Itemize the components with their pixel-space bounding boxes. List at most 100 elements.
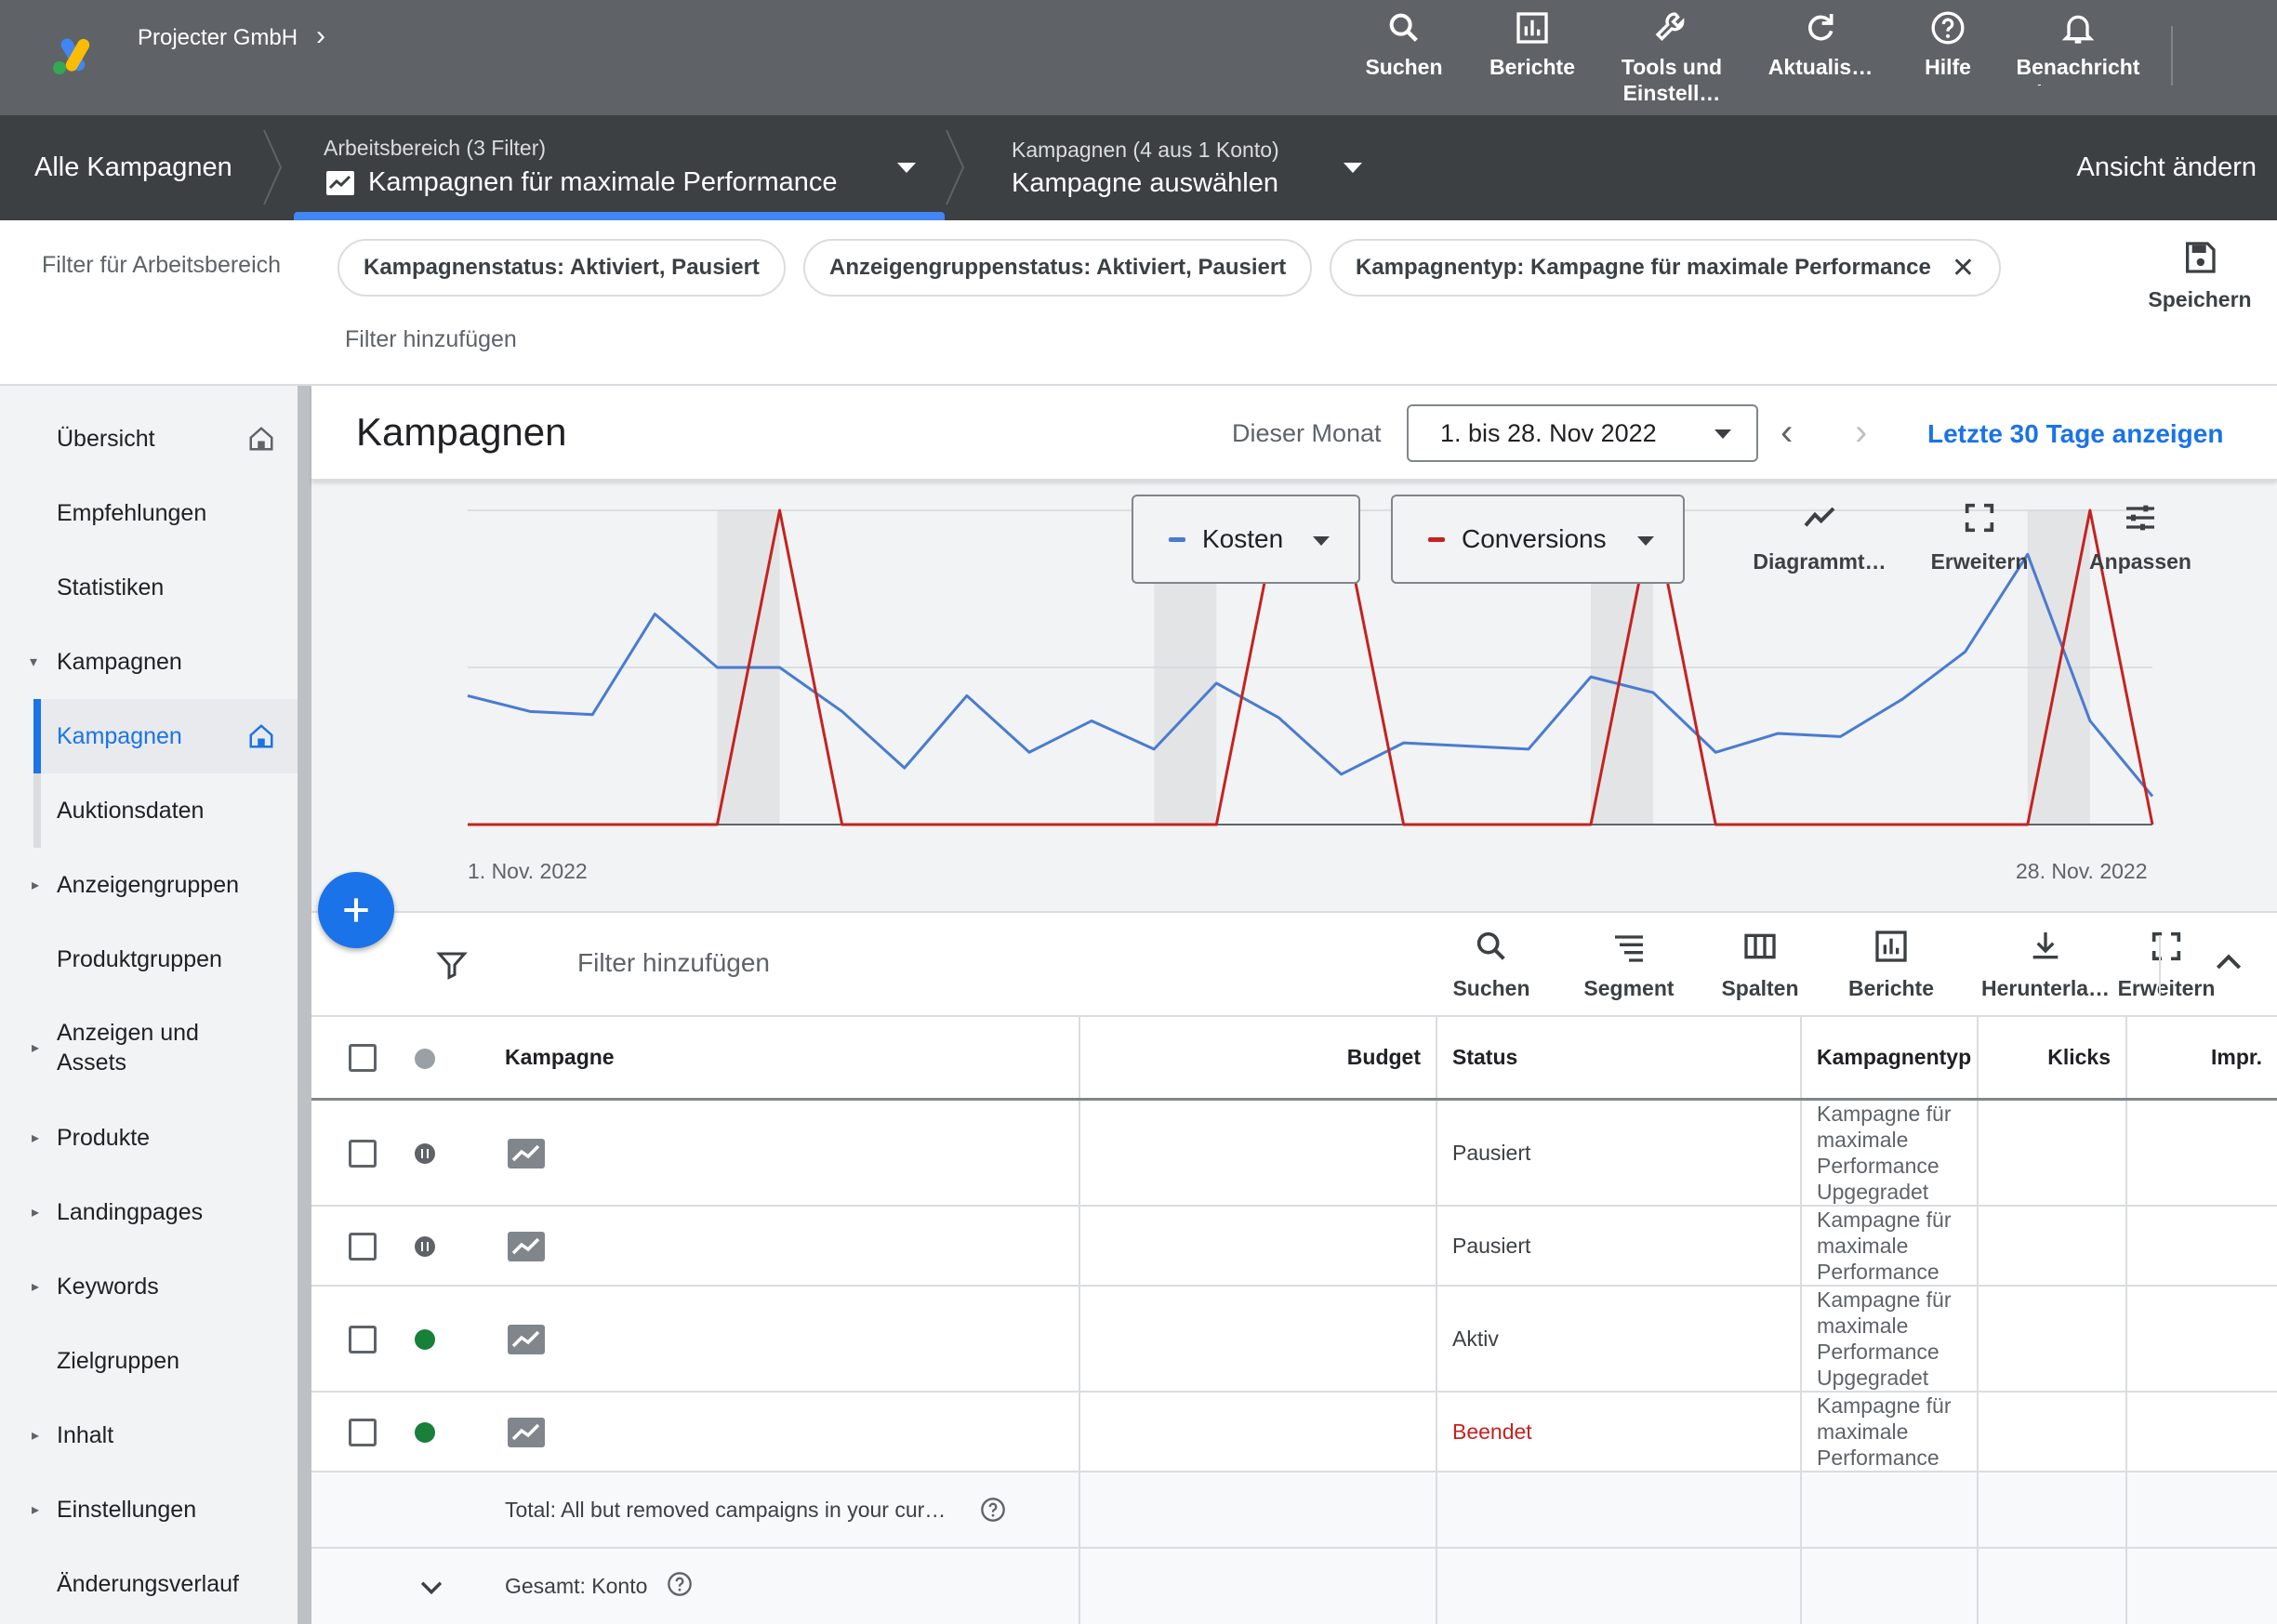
create-button[interactable] — [318, 872, 394, 948]
filter-chip-campaign-type[interactable]: Kampagnentyp: Kampagne für maximale Perf… — [1330, 239, 2001, 297]
row-checkbox[interactable] — [349, 1419, 377, 1446]
metric2-select[interactable]: Conversions — [1391, 495, 1685, 584]
sidebar-item-ads-assets[interactable]: ▸ Anzeigen und Assets — [0, 1010, 298, 1085]
top-refresh-button[interactable]: Aktualis… — [1755, 9, 1886, 80]
help-icon[interactable] — [667, 1571, 693, 1597]
previous-period-button[interactable]: ‹ — [1781, 412, 1793, 454]
header-clicks[interactable]: Klicks — [1979, 1017, 2127, 1098]
google-ads-logo[interactable] — [51, 35, 98, 76]
sidebar-item-keywords[interactable]: ▸ Keywords — [0, 1249, 298, 1324]
header-budget[interactable]: Budget — [1080, 1017, 1437, 1098]
filter-chip-adgroup-status[interactable]: Anzeigengruppenstatus: Aktiviert, Pausie… — [803, 239, 1313, 297]
workspace-selector[interactable]: Kampagnen für maximale Performance — [325, 167, 838, 198]
download-button[interactable]: Herunterla… — [1976, 928, 2115, 1001]
help-icon — [1931, 11, 1965, 45]
table-toolbar: Filter hinzufügen Suchen Segment Spalten… — [311, 913, 2277, 1017]
sidebar-item-settings[interactable]: ▸ Einstellungen — [0, 1472, 298, 1547]
sidebar-item-label: Statistiken — [57, 574, 165, 601]
filter-icon[interactable] — [435, 948, 469, 982]
caret-down-icon[interactable] — [896, 162, 917, 175]
active-status-icon — [415, 1329, 435, 1350]
sidebar-item-campaigns-group[interactable]: ▾ Kampagnen — [0, 625, 298, 699]
metric1-select[interactable]: Kosten — [1132, 495, 1360, 584]
table-add-filter[interactable]: Filter hinzufügen — [577, 948, 770, 978]
row-checkbox[interactable] — [349, 1326, 377, 1353]
status-cell: Beendet — [1437, 1393, 1802, 1471]
chart-expand-button[interactable]: Erweitern — [1900, 499, 2059, 574]
top-tools-button[interactable]: Tools und Einstell… — [1607, 9, 1737, 106]
total-type-cell — [1802, 1472, 1979, 1547]
total-label-cell: Total: All but removed campaigns in your… — [311, 1472, 1080, 1547]
impressions-cell — [2127, 1101, 2277, 1205]
top-help-label: Hilfe — [1925, 55, 1971, 79]
home-icon — [249, 427, 273, 451]
chart-adjust-button[interactable]: Anpassen — [2061, 499, 2219, 574]
top-notifications-button[interactable]: Benachricht igungen — [2013, 9, 2143, 86]
table-row[interactable]: Pausiert Kampagne für maximale Performan… — [311, 1101, 2277, 1207]
chevron-down-icon[interactable] — [416, 1571, 447, 1603]
header-status[interactable]: Status — [1437, 1017, 1802, 1098]
campaign-cell — [311, 1101, 1080, 1205]
sidebar-item-change-history[interactable]: Änderungsverlauf — [0, 1547, 298, 1621]
sidebar-scrollbar[interactable] — [298, 386, 311, 1624]
chevron-up-icon[interactable] — [2210, 944, 2247, 982]
table-row[interactable]: Pausiert Kampagne für maximale Performan… — [311, 1207, 2277, 1287]
sidebar-item-content[interactable]: ▸ Inhalt — [0, 1398, 298, 1472]
sidebar-item-overview[interactable]: Übersicht — [0, 402, 298, 476]
header-campaign-type[interactable]: Kampagnentyp — [1802, 1017, 1979, 1098]
sidebar-item-label: Auktionsdaten — [57, 798, 205, 824]
sidebar-item-product-groups[interactable]: Produktgruppen — [0, 922, 298, 997]
account-clicks-cell — [1979, 1549, 2127, 1624]
sidebar-item-insights[interactable]: Statistiken — [0, 550, 298, 625]
status-cell: Aktiv — [1437, 1287, 1802, 1391]
account-name[interactable]: Projecter GmbH — [138, 25, 298, 51]
row-checkbox[interactable] — [349, 1233, 377, 1261]
top-reports-button[interactable]: Berichte — [1467, 9, 1597, 80]
next-period-button[interactable]: › — [1855, 412, 1867, 454]
columns-icon — [1744, 933, 1776, 959]
row-checkbox[interactable] — [349, 1140, 377, 1168]
date-range-select[interactable]: 1. bis 28. Nov 2022 — [1407, 404, 1758, 462]
chevron-right-icon[interactable]: › — [316, 20, 325, 52]
columns-button[interactable]: Spalten — [1690, 928, 1830, 1001]
table-row[interactable]: Aktiv Kampagne für maximale Performance … — [311, 1287, 2277, 1393]
sidebar-item-audiences[interactable]: Zielgruppen — [0, 1324, 298, 1398]
header-impressions[interactable]: Impr. — [2127, 1017, 2277, 1098]
help-icon[interactable] — [980, 1497, 1006, 1523]
top-help-button[interactable]: Hilfe — [1883, 9, 2013, 80]
table-reports-button[interactable]: Berichte — [1821, 928, 1961, 1001]
campaign-cell — [311, 1287, 1080, 1391]
top-search-button[interactable]: Suchen — [1339, 9, 1469, 80]
save-button[interactable]: Speichern — [2135, 239, 2265, 312]
paused-status-icon — [415, 1236, 435, 1257]
sidebar-item-ad-groups[interactable]: ▸ Anzeigengruppen — [0, 848, 298, 922]
sidebar-item-campaigns[interactable]: Kampagnen — [41, 699, 298, 773]
table-expand-button[interactable]: Erweitern — [2115, 928, 2217, 1001]
performance-max-icon — [508, 1325, 545, 1354]
segment-button[interactable]: Segment — [1559, 928, 1699, 1001]
change-view-button[interactable]: Ansicht ändern — [2077, 152, 2257, 183]
select-all-checkbox[interactable] — [349, 1044, 377, 1072]
last-30-days-link[interactable]: Letzte 30 Tage anzeigen — [1927, 419, 2223, 449]
table-row[interactable]: Beendet Kampagne für maximale Performanc… — [311, 1393, 2277, 1472]
sidebar-item-auction-insights[interactable]: Auktionsdaten — [0, 773, 298, 848]
header-campaign[interactable]: Kampagne — [505, 1045, 615, 1070]
table-search-button[interactable]: Suchen — [1422, 928, 1561, 1001]
caret-down-icon — [1637, 536, 1654, 546]
filter-chip-campaign-status[interactable]: Kampagnenstatus: Aktiviert, Pausiert — [338, 239, 786, 297]
reports-icon — [1516, 12, 1548, 44]
add-filter-link[interactable]: Filter hinzufügen — [345, 326, 517, 353]
campaign-selector[interactable]: Kampagne auswählen — [1012, 168, 1278, 199]
close-icon[interactable]: ✕ — [1952, 252, 1975, 284]
sidebar-item-products[interactable]: ▸ Produkte — [0, 1101, 298, 1175]
table-search-label: Suchen — [1452, 976, 1530, 1000]
workspace-filter-bar: Filter für Arbeitsbereich Kampagnenstatu… — [0, 220, 2277, 386]
sidebar-item-recommendations[interactable]: Empfehlungen — [0, 476, 298, 550]
sidebar-item-landing-pages[interactable]: ▸ Landingpages — [0, 1175, 298, 1249]
all-campaigns-link[interactable]: Alle Kampagnen — [34, 152, 232, 183]
caret-down-icon[interactable] — [1343, 162, 1363, 175]
table-header-row: Kampagne Budget Status Kampagnentyp Klic… — [311, 1017, 2277, 1101]
sidebar-item-label: Produktgruppen — [57, 946, 222, 972]
chart-type-button[interactable]: Diagrammt… — [1741, 499, 1899, 574]
main-content: Kampagnen Dieser Monat 1. bis 28. Nov 20… — [311, 386, 2277, 1624]
